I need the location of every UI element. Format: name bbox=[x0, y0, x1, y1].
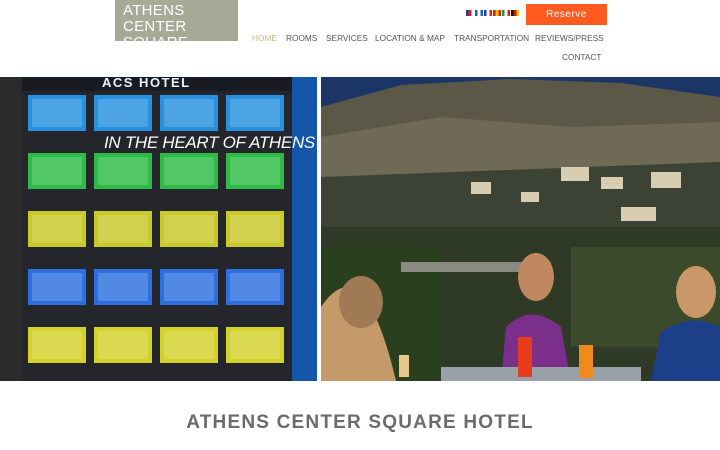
flag-gr-icon[interactable] bbox=[475, 10, 483, 16]
hero-tagline: In the heart of Athens bbox=[104, 133, 315, 152]
nav-item-rooms[interactable]: Rooms bbox=[286, 33, 317, 43]
building-sign: ACS HOTEL bbox=[102, 77, 191, 90]
building-illustration bbox=[0, 77, 317, 381]
nav-item-reviews-press[interactable]: Reviews/Press bbox=[535, 33, 604, 43]
main-navigation: Home Rooms Services Location & Map Trans… bbox=[0, 33, 720, 73]
flag-en-icon[interactable] bbox=[466, 10, 474, 16]
acropolis-terrace-photo bbox=[321, 77, 720, 381]
flag-it-icon[interactable] bbox=[502, 10, 510, 16]
hotel-building-photo: ACS HOTEL bbox=[0, 77, 317, 381]
nav-item-location-map[interactable]: Location & Map bbox=[375, 33, 445, 43]
language-selector bbox=[466, 10, 519, 16]
nav-item-transportation[interactable]: Transportation bbox=[454, 33, 529, 43]
nav-item-contact[interactable]: Contact bbox=[562, 52, 601, 62]
flag-fr-icon[interactable] bbox=[484, 10, 492, 16]
terrace-illustration bbox=[321, 77, 720, 381]
flag-es-icon[interactable] bbox=[493, 10, 501, 16]
hero-banner: ACS HOTEL IN THE HEART OF ATHENS bbox=[0, 77, 720, 381]
flag-de-icon[interactable] bbox=[511, 10, 519, 16]
logo-line-1: Athens Center bbox=[123, 2, 187, 35]
page-title: Athens Center Square Hotel bbox=[186, 412, 534, 433]
nav-item-home[interactable]: Home bbox=[252, 33, 277, 43]
reserve-button[interactable]: Reserve bbox=[526, 4, 607, 25]
nav-item-services[interactable]: Services bbox=[326, 33, 368, 43]
